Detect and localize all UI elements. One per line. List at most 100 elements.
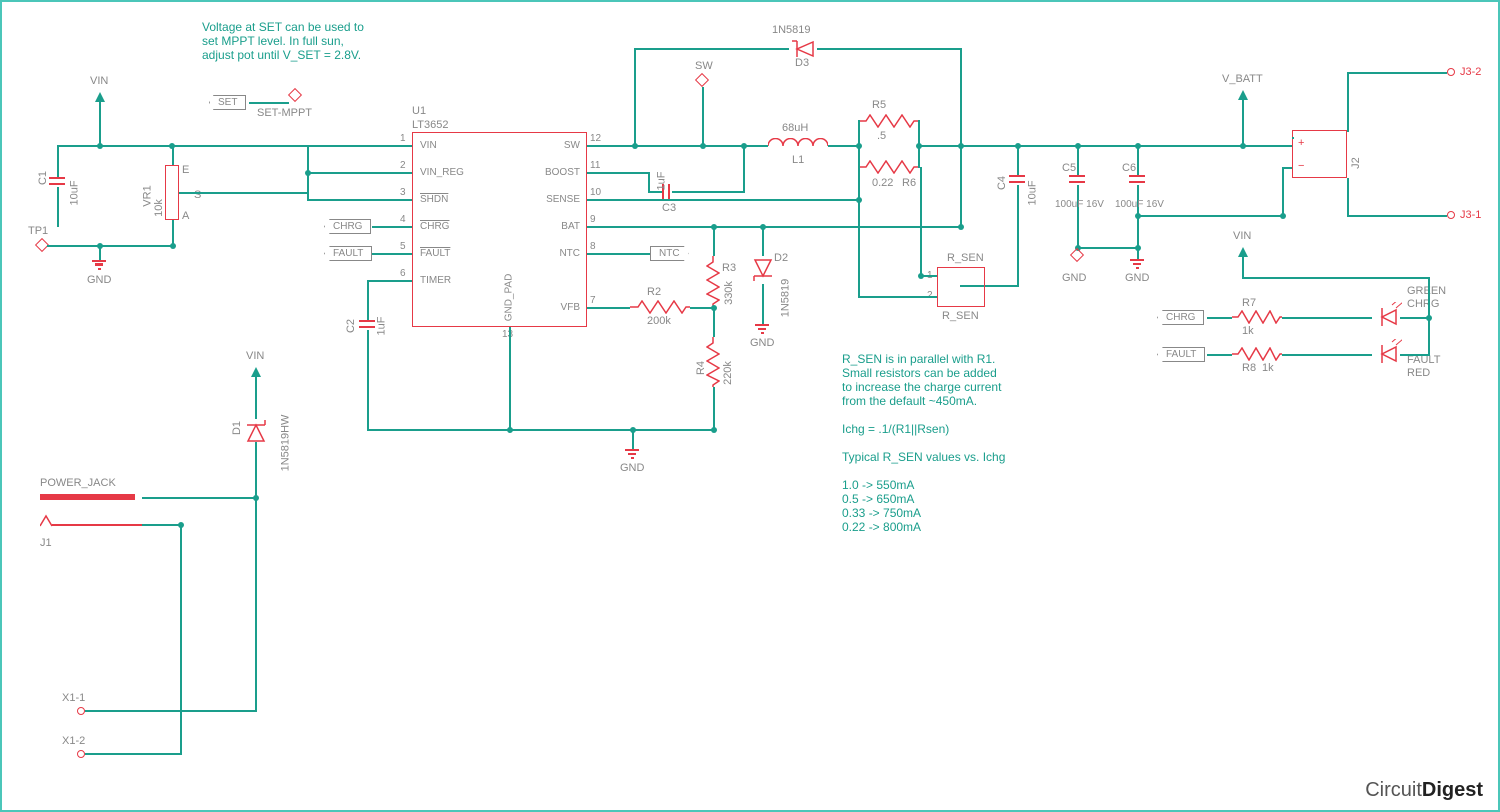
diode-d2 [753,256,773,284]
gnd-main: GND [620,462,644,474]
terminal-j3-2 [1447,68,1455,76]
res-r7 [1232,310,1282,324]
vr1-s: S [194,189,201,201]
probe-set-mppt [288,88,302,102]
tag-chrg-led: CHRG [1157,310,1204,325]
d1-val: 1N5819HW [279,415,291,472]
u1-ref: U1 [412,105,426,117]
j1-ref: J1 [40,537,52,549]
r8-val: 1k [1262,362,1274,374]
x1-2-label: X1-2 [62,735,85,747]
cap-c2 [359,320,375,330]
gnd-probe-label: GND [1062,272,1086,284]
terminal-j3-1 [1447,211,1455,219]
r5-ref: R5 [872,99,886,111]
tag-fault-ic: FAULT [324,246,372,261]
res-r2 [630,300,690,314]
c4-ref: C4 [996,176,1008,190]
tag-ntc: NTC [650,246,689,261]
pin-sense: SENSE [520,194,580,205]
u1-part: LT3652 [412,119,449,131]
c2-val: 1uF [375,317,387,336]
r4-ref: R4 [695,361,707,375]
c2-ref: C2 [345,319,357,333]
r3-val: 330k [723,281,735,305]
cap-c1 [49,177,65,187]
net-vin-1: VIN [90,75,108,87]
cap-c6 [1129,175,1145,185]
d2-ref: D2 [774,252,788,264]
pin-timer: TIMER [420,275,451,286]
r4-val: 220k [722,361,734,385]
vr1-e: E [182,164,189,176]
pin-shdn: SHDN [420,194,448,205]
pin-sw: SW [520,140,580,151]
led-red [1372,339,1402,369]
vr1-a: A [182,210,189,222]
watermark-logo: CircuitDigest [1365,779,1483,802]
note-rsen: R_SEN is in parallel with R1. Small resi… [842,352,1005,534]
r8-ref: R8 [1242,362,1256,374]
rsen-net: R_SEN [947,252,984,264]
gnd-d2: GND [750,337,774,349]
r6-ref: R6 [902,177,916,189]
led-g-color: GREEN [1407,285,1446,297]
r3-ref: R3 [722,262,736,274]
r6-val: 0.22 [872,177,893,189]
probe-gnd [1070,248,1084,262]
net-vin-2: VIN [246,350,264,362]
inductor-l1 [768,138,828,154]
pwrjack-label: POWER_JACK [40,477,116,489]
c3-ref: C3 [662,202,676,214]
pin-vfb: VFB [520,302,580,313]
d1-ref: D1 [231,421,243,435]
j3-1-label: J3-1 [1460,209,1481,221]
led-green [1372,302,1402,332]
schematic-canvas: Voltage at SET can be used to set MPPT l… [0,0,1500,812]
r7-ref: R7 [1242,297,1256,309]
d3-ref: D3 [795,57,809,69]
c5-ref: C5 [1062,162,1076,174]
res-r4 [706,337,720,387]
c4-val: 10uF [1027,180,1039,205]
x1-1-label: X1-1 [62,692,85,704]
r2-val: 200k [647,315,671,327]
tp1-label: TP1 [28,225,48,237]
pin-vinreg: VIN_REG [420,167,464,178]
res-r6 [858,160,918,174]
r7-val: 1k [1242,325,1254,337]
res-r8 [1232,347,1282,361]
potentiometer-vr1 [165,165,179,220]
c1-ref: C1 [37,171,49,185]
note-mppt: Voltage at SET can be used to set MPPT l… [202,20,364,62]
j2-ref: J2 [1350,157,1362,169]
j3-2-label: J3-2 [1460,66,1481,78]
pin-ntc: NTC [520,248,580,259]
pin-gndpad: GND_PAD [503,274,514,322]
vin-arrow-1 [95,92,105,102]
rsen-footprint [937,267,985,307]
probe-sw [695,73,709,87]
vin-arrow-3 [1238,247,1248,257]
cap-c5 [1069,175,1085,185]
res-r3 [706,256,720,306]
gnd-label-caps: GND [1125,272,1149,284]
c3-val: 1uF [655,172,667,191]
led-r-color: RED [1407,367,1430,379]
net-vbatt: V_BATT [1222,73,1263,85]
c6-ref: C6 [1122,162,1136,174]
l1-ref: L1 [792,154,804,166]
terminal-x1-1 [77,707,85,715]
pin-bat: BAT [520,221,580,232]
rsen-ref: R_SEN [942,310,979,322]
tag-set: SET [209,95,246,110]
r5-val: .5 [877,130,886,142]
d3-val: 1N5819 [772,24,811,36]
l1-val: 68uH [782,122,808,134]
c5-val: 100uF 16V [1055,199,1104,210]
r2-ref: R2 [647,286,661,298]
gnd-label-1: GND [87,274,111,286]
cap-c4 [1009,175,1025,185]
res-r5 [858,114,918,128]
sw-label: SW [695,60,713,72]
